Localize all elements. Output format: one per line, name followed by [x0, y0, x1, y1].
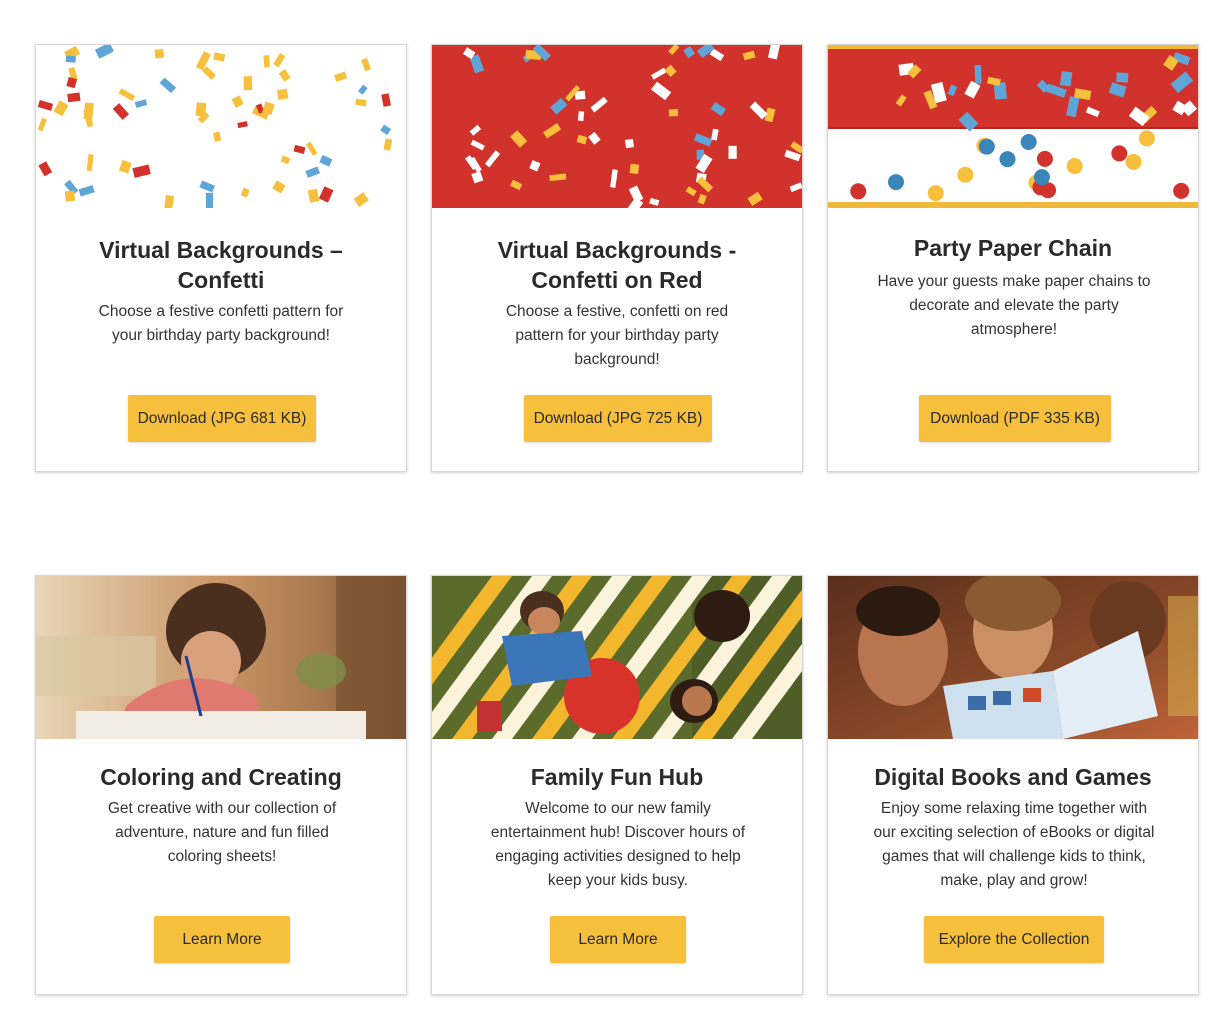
- learn-more-button[interactable]: Learn More: [154, 916, 290, 963]
- card-title: Digital Books and Games: [874, 764, 1152, 790]
- download-button[interactable]: Download (JPG 681 KB): [128, 395, 316, 442]
- card-title: Family Fun Hub: [530, 764, 704, 790]
- card-title: Coloring and Creating: [100, 764, 342, 790]
- card-title: Virtual Backgrounds - Confetti on Red: [497, 237, 737, 293]
- product-card-paper-chain: Party Paper Chain Have your guests make …: [827, 44, 1199, 472]
- paper-chain-image: [828, 45, 1198, 208]
- confetti-red-image: [432, 45, 802, 208]
- product-card-family-fun-hub: Family Fun Hub Welcome to our new family…: [431, 575, 803, 995]
- girl-coloring-image: [36, 576, 406, 739]
- confetti-image: [36, 45, 406, 208]
- product-card-digital-books: Digital Books and Games Enjoy some relax…: [827, 575, 1199, 995]
- card-description: Enjoy some relaxing time together with o…: [873, 800, 1155, 889]
- explore-collection-button[interactable]: Explore the Collection: [924, 916, 1104, 963]
- card-description: Have your guests make paper chains to de…: [877, 273, 1151, 338]
- product-card-coloring: Coloring and Creating Get creative with …: [35, 575, 407, 995]
- download-button[interactable]: Download (JPG 725 KB): [524, 395, 712, 442]
- download-button[interactable]: Download (PDF 335 KB): [919, 395, 1111, 442]
- product-card-confetti-on-red: Virtual Backgrounds - Confetti on Red Ch…: [431, 44, 803, 472]
- family-picnic-image: [432, 576, 802, 739]
- card-description: Choose a festive confetti pattern for yo…: [98, 303, 344, 344]
- family-reading-image: [828, 576, 1198, 739]
- product-card-confetti: Virtual Backgrounds – Confetti Choose a …: [35, 44, 407, 472]
- learn-more-button[interactable]: Learn More: [550, 916, 686, 963]
- card-description: Get creative with our collection of adve…: [107, 800, 337, 865]
- card-title: Virtual Backgrounds – Confetti: [99, 237, 343, 293]
- card-description: Welcome to our new family entertainment …: [490, 800, 746, 889]
- card-description: Choose a festive, confetti on red patter…: [505, 303, 729, 368]
- card-title: Party Paper Chain: [913, 235, 1113, 261]
